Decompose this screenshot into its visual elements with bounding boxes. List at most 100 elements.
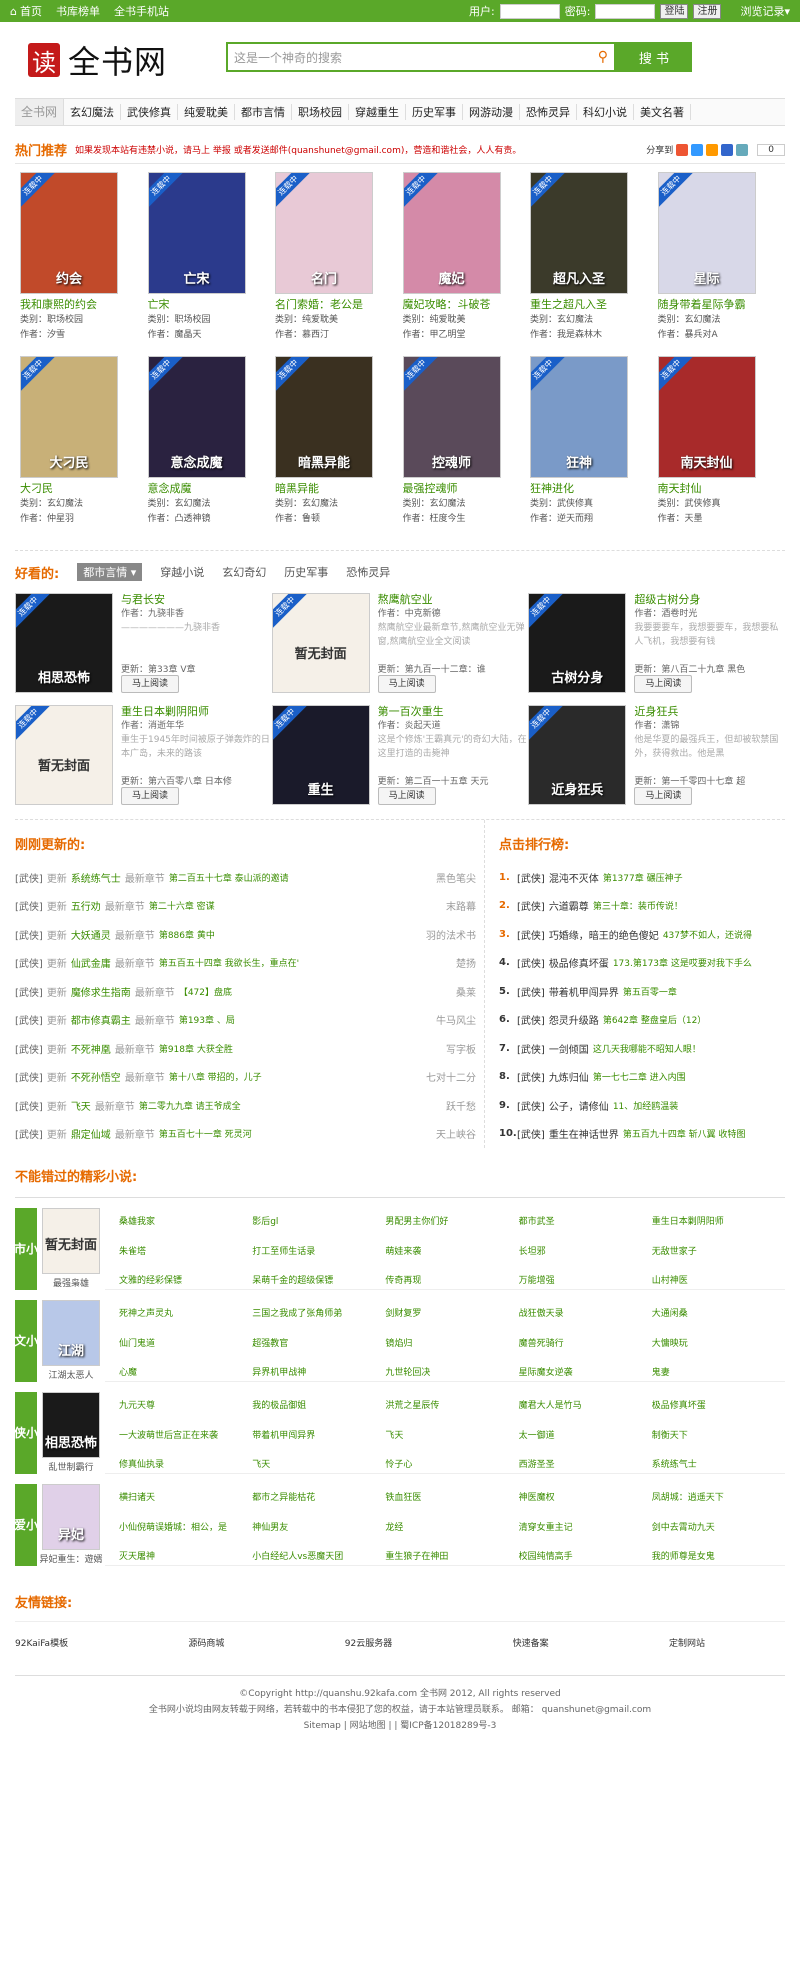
- category-feature[interactable]: 暂无封面 最强枭雄: [37, 1208, 105, 1290]
- book-link[interactable]: 修真仙执录: [119, 1457, 252, 1473]
- book-title[interactable]: 暗黑异能: [275, 480, 395, 496]
- book-link[interactable]: 我的极品御姐: [252, 1398, 385, 1414]
- row-chapter[interactable]: 第五百七十一章 死灵河: [159, 1127, 252, 1140]
- book-link[interactable]: 横扫诸天: [119, 1490, 252, 1506]
- book-cover[interactable]: 连载中 相思恐怖: [15, 593, 113, 693]
- book-link[interactable]: 重生日本剿阴阳师: [652, 1214, 785, 1230]
- rank-book[interactable]: 巧婚缘，暗王的绝色傻妃: [549, 927, 659, 942]
- book-card[interactable]: 连载中 魔妃 魔妃攻略：斗破苍 类别：纯爱耽美 作者：甲乙明堂: [402, 172, 523, 352]
- share-icon[interactable]: [691, 143, 704, 156]
- row-category[interactable]: [武侠]: [517, 1069, 545, 1084]
- book-title[interactable]: 第一百次重生: [378, 705, 528, 719]
- row-category[interactable]: [武侠]: [517, 1098, 545, 1113]
- row-chapter[interactable]: 第193章 、局: [179, 1013, 235, 1026]
- book-card[interactable]: 连载中 名门 名门索婚：老公是 类别：纯爱耽美 作者：慕西汀: [275, 172, 395, 352]
- rank-book[interactable]: 混沌不灭体: [549, 870, 599, 885]
- row-category[interactable]: [武侠]: [15, 955, 43, 970]
- book-card[interactable]: 连载中 意念成魔 意念成魔 类别：玄幻魔法 作者：凸透神镜: [147, 356, 268, 536]
- book-title[interactable]: 与君长安: [121, 593, 271, 607]
- book-card[interactable]: 连载中 暗黑异能 暗黑异能 类别：玄幻魔法 作者：鲁顿: [275, 356, 395, 536]
- friend-link[interactable]: 快速备案: [513, 1636, 549, 1649]
- row-book[interactable]: 仙武金庸: [71, 955, 111, 970]
- book-cover[interactable]: 连载中 星际: [657, 172, 756, 294]
- friend-link[interactable]: 92云服务器: [345, 1636, 392, 1649]
- register-button[interactable]: 注册: [693, 3, 722, 19]
- book-title[interactable]: 熬鹰航空业: [378, 593, 528, 607]
- book-cover[interactable]: 连载中 大刁民: [20, 356, 118, 478]
- row-chapter[interactable]: 第二十六章 密谋: [149, 899, 215, 912]
- book-link[interactable]: 铁血狂医: [385, 1490, 518, 1506]
- book-link[interactable]: 重生狼子在神田: [385, 1549, 518, 1565]
- book-link[interactable]: 呆萌千金的超级保镖: [252, 1273, 385, 1289]
- book-link[interactable]: 我的师尊是女鬼: [652, 1549, 785, 1565]
- book-link[interactable]: 极品修真坏蛋: [652, 1398, 785, 1414]
- row-category[interactable]: [武侠]: [15, 1069, 43, 1084]
- book-link[interactable]: 一大波萌世后宫正在来袭: [119, 1428, 252, 1444]
- book-link[interactable]: 文雅的经彩保镖: [119, 1273, 252, 1289]
- book-link[interactable]: 心魔: [119, 1365, 252, 1381]
- book-link[interactable]: 大通闲桑: [652, 1306, 785, 1322]
- book-link[interactable]: 传奇再现: [385, 1273, 518, 1289]
- row-author[interactable]: 牛马风尘: [436, 1012, 476, 1027]
- book-link[interactable]: 山村神医: [652, 1273, 785, 1289]
- book-link[interactable]: 魔兽死骑行: [519, 1336, 652, 1352]
- row-chapter[interactable]: 第918章 大获全胜: [159, 1042, 233, 1055]
- book-title[interactable]: 重生之超凡入圣: [530, 296, 650, 312]
- book-title[interactable]: 南天封仙: [658, 480, 778, 496]
- book-link[interactable]: 校园纯情高手: [519, 1549, 652, 1565]
- row-category[interactable]: [武侠]: [517, 898, 545, 913]
- row-author[interactable]: 羽的法术书: [426, 927, 476, 942]
- search-input[interactable]: 这是一个神奇的搜索 ⚲: [226, 42, 616, 72]
- book-cover[interactable]: 连载中 暂无封面: [271, 593, 370, 693]
- book-link[interactable]: 剑财复罗: [385, 1306, 518, 1322]
- nav-home[interactable]: ⌂ 首页: [10, 3, 42, 19]
- book-title[interactable]: 超级古树分身: [634, 593, 784, 607]
- book-link[interactable]: 小白经纪人vs恶魔天团: [252, 1549, 385, 1565]
- genre-tab[interactable]: 历史军事: [284, 564, 328, 580]
- book-card[interactable]: 连载中 大刁民 大刁民 类别：玄幻魔法 作者：仲星羽: [20, 356, 140, 536]
- footer-links[interactable]: Sitemap | 网站地图 | | 蜀ICP备12018289号-3: [15, 1718, 785, 1734]
- menu-item[interactable]: 玄幻魔法: [64, 104, 122, 120]
- row-category[interactable]: [武侠]: [517, 955, 545, 970]
- category-label[interactable]: 纯爱小说: [2, 1484, 50, 1566]
- feature-title[interactable]: 乱世制霸行: [37, 1460, 105, 1473]
- book-link[interactable]: 魔君大人是竹马: [519, 1398, 652, 1414]
- row-author[interactable]: 七对十二分: [426, 1069, 476, 1084]
- book-link[interactable]: 萌娃来袭: [385, 1244, 518, 1260]
- row-category[interactable]: [武侠]: [517, 1126, 545, 1141]
- book-link[interactable]: 西游圣圣: [519, 1457, 652, 1473]
- share-icon[interactable]: [676, 143, 689, 156]
- book-link[interactable]: 洪荒之星辰传: [385, 1398, 518, 1414]
- category-feature[interactable]: 江湖 江湖太恶人: [37, 1300, 105, 1382]
- book-cover[interactable]: 连载中 近身狂兵: [528, 705, 627, 805]
- rank-chapter[interactable]: 11、加经鸥温装: [613, 1099, 678, 1112]
- rank-chapter[interactable]: 第五百九十四章 斩八翼 收特图: [623, 1127, 746, 1140]
- book-cover[interactable]: 连载中 约会: [20, 172, 118, 294]
- rank-chapter[interactable]: 437梦不如人，还说得: [663, 928, 752, 941]
- book-cover[interactable]: 连载中 控魂师: [402, 356, 501, 478]
- row-author[interactable]: 黑色笔尖: [436, 870, 476, 885]
- book-card[interactable]: 连载中 超凡入圣 重生之超凡入圣 类别：玄幻魔法 作者：我是森林木: [530, 172, 650, 352]
- book-link[interactable]: 男配男主你们好: [385, 1214, 518, 1230]
- category-label[interactable]: 武侠小说: [2, 1392, 50, 1474]
- book-card[interactable]: 连载中 南天封仙 南天封仙 类别：武侠修真 作者：天墨: [657, 356, 778, 536]
- rank-book[interactable]: 极品修真坏蛋: [549, 955, 609, 970]
- book-link[interactable]: 都市之异能枯花: [252, 1490, 385, 1506]
- row-book[interactable]: 五行劝: [71, 898, 101, 913]
- row-category[interactable]: [武侠]: [15, 870, 43, 885]
- row-book[interactable]: 不死孙悟空: [71, 1069, 121, 1084]
- book-link[interactable]: 超强教官: [252, 1336, 385, 1352]
- feature-cover[interactable]: 江湖: [42, 1300, 100, 1366]
- book-title[interactable]: 随身带着星际争霸: [658, 296, 778, 312]
- search-button[interactable]: 搜 书: [616, 42, 692, 72]
- menu-item[interactable]: 科幻小说: [577, 104, 635, 120]
- feature-cover[interactable]: 暂无封面: [42, 1208, 100, 1274]
- book-link[interactable]: 战狂傲天录: [519, 1306, 652, 1322]
- rank-book[interactable]: 六道霸尊: [549, 898, 589, 913]
- row-book[interactable]: 都市修真霸主: [71, 1012, 131, 1027]
- book-link[interactable]: 剑中去霄动九天: [652, 1520, 785, 1536]
- row-category[interactable]: [武侠]: [15, 1126, 43, 1141]
- book-title[interactable]: 狂神进化: [530, 480, 650, 496]
- rank-chapter[interactable]: 第三十章：装币传说！: [593, 899, 683, 912]
- row-book[interactable]: 大妖通灵: [71, 927, 111, 942]
